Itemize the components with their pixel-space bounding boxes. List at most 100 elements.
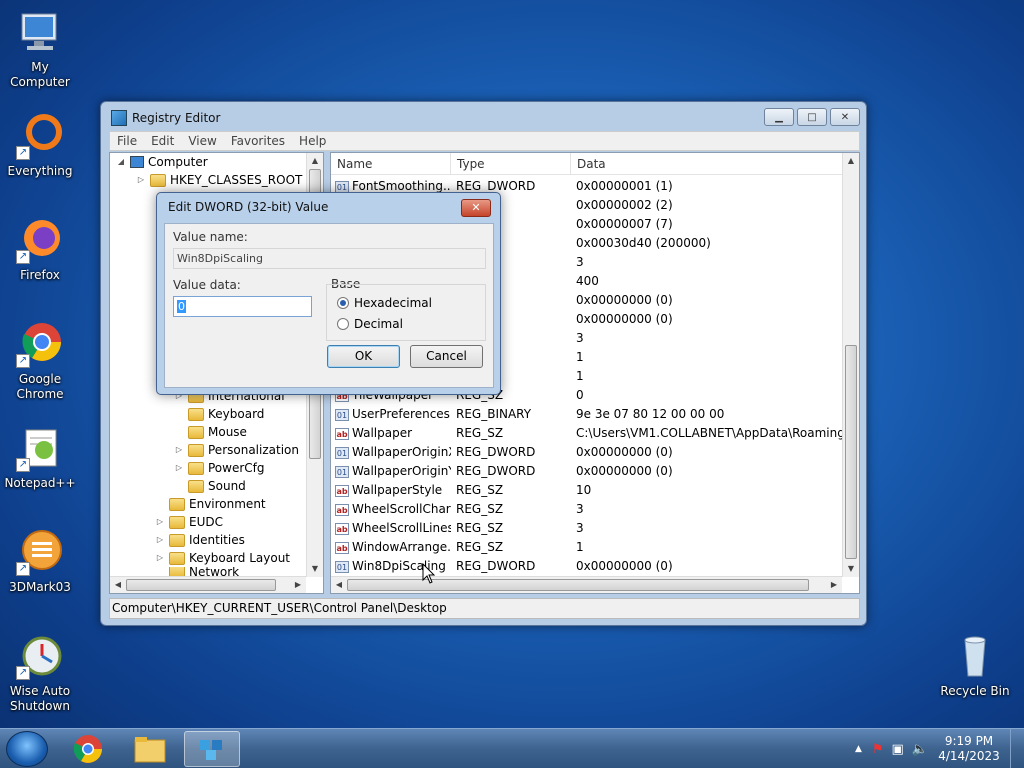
hexadecimal-radio[interactable]: Hexadecimal (337, 296, 432, 310)
table-row[interactable]: 01 Win8DpiScaling REG_DWORD 0x00000000 (0) (331, 557, 844, 576)
expand-icon[interactable]: ▷ (155, 549, 165, 567)
expand-icon[interactable]: ▷ (155, 531, 165, 549)
clock-date: 4/14/2023 (938, 749, 1000, 763)
window-title-bar[interactable]: Registry Editor (111, 108, 220, 128)
shortcut-arrow-icon: ↗ (16, 562, 30, 576)
scroll-left-arrow-icon[interactable]: ◀ (332, 578, 346, 592)
desktop-icon-label: My Computer (10, 60, 70, 89)
value-type: REG_SZ (456, 540, 504, 554)
scroll-down-arrow-icon[interactable]: ▼ (844, 562, 858, 576)
ok-button[interactable]: OK (327, 345, 400, 368)
table-row[interactable]: 01 UserPreferences... REG_BINARY 9e 3e 07 8… (331, 405, 844, 424)
value-data-input[interactable]: 0 (173, 296, 312, 317)
menu-file[interactable]: File (110, 132, 144, 150)
taskbar-chrome-button[interactable] (60, 731, 116, 767)
desktop-icon-everything[interactable]: ↗ Everything (0, 112, 80, 179)
tree-horizontal-scrollbar[interactable]: ◀ ▶ (110, 576, 306, 593)
taskbar-explorer-button[interactable] (122, 731, 178, 767)
taskbar-regedit-button[interactable] (184, 731, 240, 767)
action-center-icon[interactable]: ⚑ (872, 742, 884, 757)
desktop-icon-my-computer[interactable]: My Computer (0, 8, 80, 90)
list-vertical-scrollbar[interactable]: ▲ ▼ (842, 153, 859, 577)
show-desktop-button[interactable] (1010, 729, 1024, 768)
show-hidden-icons-icon[interactable]: ▲ (855, 744, 862, 754)
table-row[interactable]: ab WindowArrange... REG_SZ 1 (331, 538, 844, 557)
table-row[interactable]: 01 WallpaperOriginY REG_DWORD 0x00000000 (0… (331, 462, 844, 481)
scroll-thumb[interactable] (845, 345, 857, 559)
value-data: 0x00000000 (0) (576, 559, 673, 573)
scroll-right-arrow-icon[interactable]: ▶ (827, 578, 841, 592)
desktop-icon-wise-auto-shutdown[interactable]: ↗ Wise Auto Shutdown (0, 632, 80, 714)
string-value-icon: ab (335, 522, 349, 535)
clock[interactable]: 9:19 PM 4/14/2023 (934, 734, 1004, 764)
value-type: REG_DWORD (456, 445, 536, 459)
volume-icon[interactable]: 🔈 (912, 742, 928, 757)
tree-item-personalization[interactable]: ▷ Personalization (174, 441, 299, 459)
expand-icon[interactable]: ▷ (136, 171, 146, 189)
menu-edit[interactable]: Edit (144, 132, 181, 150)
collapse-icon[interactable]: ◢ (116, 153, 126, 171)
value-name-field[interactable]: Win8DpiScaling (173, 248, 486, 269)
shortcut-arrow-icon: ↗ (16, 666, 30, 680)
desktop-icon-label: 3DMark03 (9, 580, 71, 594)
start-button[interactable] (6, 731, 48, 767)
tree-item-network[interactable]: Network (155, 567, 239, 576)
maximize-button[interactable]: □ (797, 108, 827, 126)
table-row[interactable]: ab WheelScrollChars REG_SZ 3 (331, 500, 844, 519)
scroll-right-arrow-icon[interactable]: ▶ (291, 578, 305, 592)
table-row[interactable]: ab Wallpaper REG_SZ C:\Users\VM1.COLLABNET\… (331, 424, 844, 443)
desktop-icon-google-chrome[interactable]: ↗ Google Chrome (0, 320, 80, 402)
value-name: WheelScrollLines (352, 521, 451, 535)
expand-icon[interactable]: ▷ (174, 459, 184, 477)
desktop-icon-label: Google Chrome (16, 372, 64, 401)
table-row[interactable]: ab WallpaperStyle REG_SZ 10 (331, 481, 844, 500)
desktop-icon-3dmark03[interactable]: ↗ 3DMark03 (0, 528, 80, 595)
menu-favorites[interactable]: Favorites (224, 132, 292, 150)
tree-item-keyboard[interactable]: Keyboard (174, 405, 264, 423)
folder-icon (188, 461, 204, 475)
everything-icon: ↗ (16, 112, 64, 160)
tree-item-mouse[interactable]: Mouse (174, 423, 247, 441)
scroll-up-arrow-icon[interactable]: ▲ (308, 154, 322, 168)
expand-icon[interactable]: ▷ (155, 513, 165, 531)
tree-item-powercfg[interactable]: ▷ PowerCfg (174, 459, 265, 477)
scroll-left-arrow-icon[interactable]: ◀ (111, 578, 125, 592)
scroll-thumb[interactable] (347, 579, 809, 591)
decimal-radio[interactable]: Decimal (337, 317, 403, 331)
menu-help[interactable]: Help (292, 132, 333, 150)
dialog-close-button[interactable]: ✕ (461, 199, 491, 217)
value-data: 3 (576, 521, 584, 535)
binary-value-icon: 01 (335, 560, 349, 573)
tree-item-hkcr[interactable]: ▷ HKEY_CLASSES_ROOT (136, 171, 302, 189)
list-horizontal-scrollbar[interactable]: ◀ ▶ (331, 576, 842, 593)
column-header-name[interactable]: Name (331, 153, 451, 174)
value-name: Wallpaper (352, 426, 413, 440)
desktop-icon-recycle-bin[interactable]: Recycle Bin (935, 632, 1015, 699)
cancel-button[interactable]: Cancel (410, 345, 483, 368)
table-row[interactable]: ab WheelScrollLines REG_SZ 3 (331, 519, 844, 538)
edit-dword-dialog[interactable]: Edit DWORD (32-bit) Value ✕ Value name: … (156, 192, 501, 395)
column-header-type[interactable]: Type (451, 153, 571, 174)
minimize-button[interactable]: ▁ (764, 108, 794, 126)
column-header-data[interactable]: Data (571, 153, 844, 174)
tree-item-identities[interactable]: ▷ Identities (155, 531, 245, 549)
scroll-down-arrow-icon[interactable]: ▼ (308, 562, 322, 576)
binary-value-icon: 01 (335, 408, 349, 421)
table-row[interactable]: 01 WallpaperOriginX REG_DWORD 0x00000000 (0… (331, 443, 844, 462)
value-data: 0x00000000 (0) (576, 293, 673, 307)
binary-value-icon: 01 (335, 180, 349, 193)
scroll-thumb[interactable] (126, 579, 276, 591)
desktop-icon-notepad-plus-plus[interactable]: ↗ Notepad++ (0, 424, 80, 491)
tree-item-environment[interactable]: Environment (155, 495, 266, 513)
tree-item-computer[interactable]: ◢ Computer (116, 153, 208, 171)
expand-icon[interactable]: ▷ (174, 441, 184, 459)
scroll-up-arrow-icon[interactable]: ▲ (844, 154, 858, 168)
tree-item-eudc[interactable]: ▷ EUDC (155, 513, 223, 531)
tree-item-sound[interactable]: Sound (174, 477, 246, 495)
desktop-icon-firefox[interactable]: ↗ Firefox (0, 216, 80, 283)
tree-item-keyboard-layout[interactable]: ▷ Keyboard Layout (155, 549, 290, 567)
menu-view[interactable]: View (181, 132, 223, 150)
binary-value-icon: 01 (335, 465, 349, 478)
network-icon[interactable]: ▣ (892, 742, 904, 757)
close-button[interactable]: ✕ (830, 108, 860, 126)
